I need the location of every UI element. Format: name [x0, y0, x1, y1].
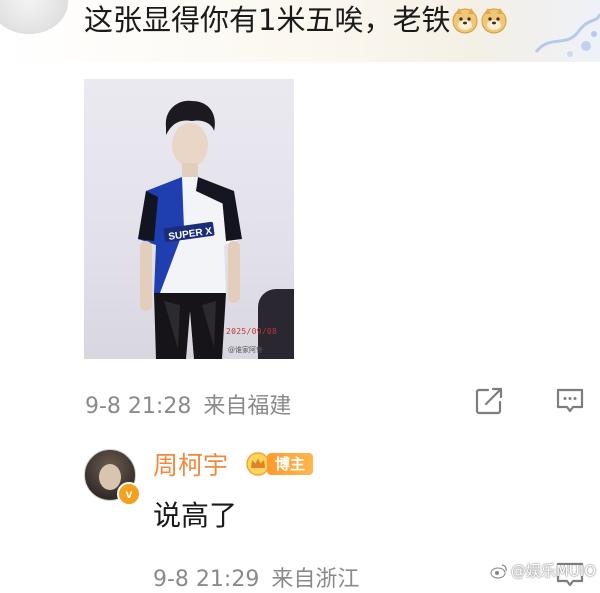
blogger-badge: 博主: [245, 451, 314, 477]
blogger-badge-label: 博主: [267, 453, 314, 475]
watermark-text: @娱乐MUIO: [510, 562, 596, 580]
comment-image[interactable]: SUPER X 2025/09/08 @谁家阿鲁: [84, 79, 294, 359]
decorative-swirl-icon: [534, 13, 600, 57]
comment-icon[interactable]: [555, 386, 585, 416]
photo-date-stamp: 2025/09/08: [226, 327, 278, 336]
source-watermark: @娱乐MUIO: [490, 560, 596, 581]
reply-timestamp: 9-8 21:29: [153, 567, 260, 592]
comment-body: 这张显得你有1米五唉，老铁: [84, 0, 508, 40]
reply-location: 来自浙江: [271, 567, 360, 592]
comment-meta: 9-8 21:28 来自福建: [85, 388, 291, 420]
comment-text: 这张显得你有1米五唉，老铁: [84, 3, 451, 37]
comment-location: 来自福建: [203, 394, 292, 419]
reply-author-name[interactable]: 周柯宇: [153, 446, 228, 482]
reply-text: 说高了: [153, 499, 238, 532]
doge-icon: [452, 8, 478, 34]
verified-badge: v: [117, 482, 141, 506]
share-icon[interactable]: [474, 386, 504, 416]
doge-icon: [481, 8, 507, 34]
avatar-face: [99, 464, 121, 490]
background-object: [258, 289, 294, 359]
reply-meta: 9-8 21:29 来自浙江: [153, 561, 359, 593]
comment-timestamp: 9-8 21:28: [85, 394, 192, 419]
weibo-logo-icon: [490, 563, 507, 578]
photo-watermark: @谁家阿鲁: [228, 346, 263, 354]
